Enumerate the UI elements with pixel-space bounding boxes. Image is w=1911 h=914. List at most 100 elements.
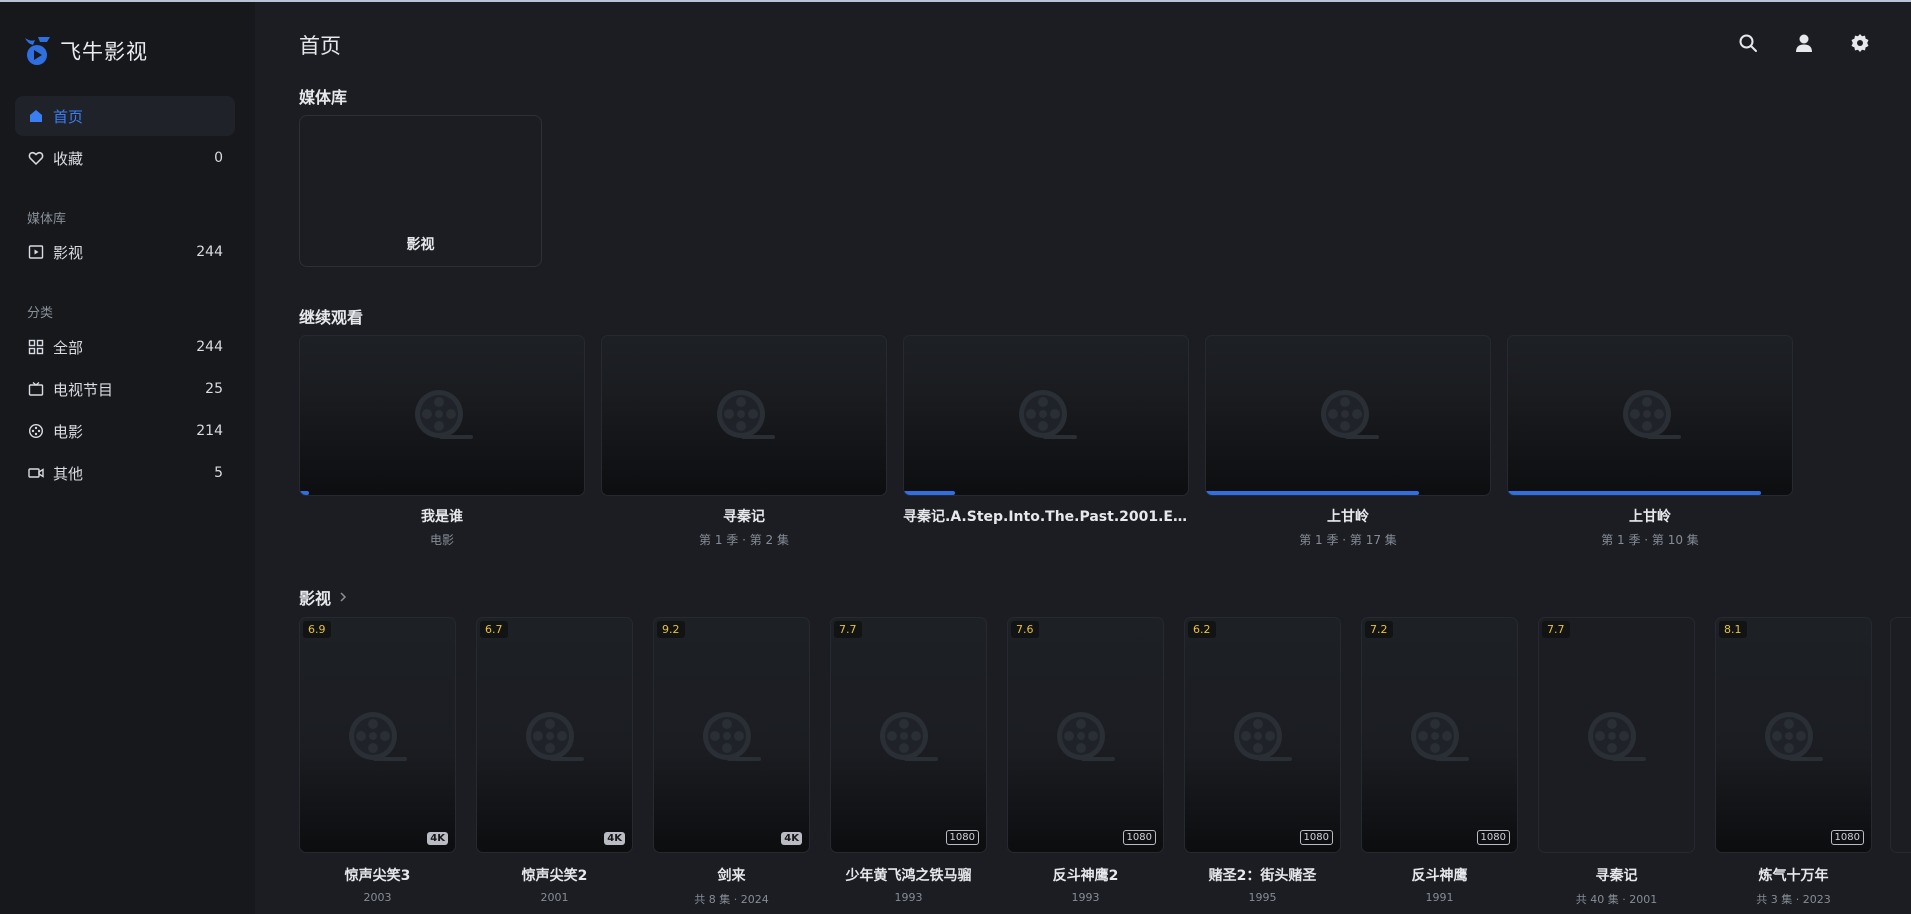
continue-watching-card[interactable]: 我是谁 电影	[299, 335, 585, 548]
media-card[interactable]: 7.2 1080 反斗神鹰 1991	[1361, 617, 1518, 904]
video-camera-icon	[27, 464, 45, 482]
resolution-badge: 1080	[1122, 830, 1156, 845]
library-card[interactable]: 影视	[299, 115, 542, 267]
thumbnail	[601, 335, 887, 496]
media-card[interactable]: 6.7 4K 惊声尖笑2 2001	[476, 617, 633, 904]
card-title: 惊声尖笑3	[344, 868, 411, 884]
resolution-badge: 1080	[945, 830, 979, 845]
card-title: 上甘岭	[1629, 509, 1671, 525]
film-reel-placeholder-icon	[701, 710, 761, 766]
card-title: 寻秦记	[723, 509, 765, 525]
play-square-icon	[27, 243, 45, 261]
search-icon[interactable]	[1737, 32, 1759, 54]
rating-badge: 9.2	[657, 621, 685, 638]
user-icon[interactable]	[1793, 32, 1815, 54]
card-subtitle: 1993	[894, 891, 923, 904]
main-content: 首页 媒体库 影视 继续观看 我是谁 电影 寻秦记第 1 季 · 第 2 集寻秦记.…	[255, 2, 1911, 914]
sidebar-item-count: 5	[214, 465, 223, 481]
film-reel-placeholder-icon	[1017, 388, 1077, 444]
film-reel-placeholder-icon	[347, 710, 407, 766]
card-title: 我是谁	[421, 509, 463, 525]
rating-badge: 7.7	[1542, 621, 1570, 638]
continue-watching-card[interactable]: 上甘岭第 1 季 · 第 17 集	[1205, 335, 1491, 548]
resolution-badge: 1080	[1830, 830, 1864, 845]
card-title: 赌圣2：街头赌圣	[1208, 868, 1317, 884]
poster: 6.2 1080	[1184, 617, 1341, 853]
film-reel-placeholder-icon	[1055, 710, 1115, 766]
poster: 7.7 1080	[830, 617, 987, 853]
progress-bar	[904, 491, 956, 495]
continue-watching-card[interactable]: 寻秦记第 1 季 · 第 2 集	[601, 335, 887, 548]
rating-badge: 6.9	[303, 621, 331, 638]
sidebar-item-movies[interactable]: 电影 214	[15, 411, 235, 451]
media-card[interactable]: 7.6 1080 反斗神鹰2 1993	[1007, 617, 1164, 904]
sidebar-item-library-media[interactable]: 影视 244	[15, 232, 235, 272]
film-reel-placeholder-icon	[1409, 710, 1469, 766]
sidebar-item-all[interactable]: 全部 244	[15, 327, 235, 367]
progress-bar	[1508, 491, 1761, 495]
resolution-badge: 4K	[427, 832, 448, 845]
card-subtitle: 第 1 季 · 第 2 集	[699, 533, 789, 547]
media-section-header[interactable]: 影视	[299, 585, 347, 609]
resolution-badge: 4K	[604, 832, 625, 845]
film-reel-placeholder-icon	[1621, 388, 1681, 444]
film-reel-placeholder-icon	[1586, 710, 1646, 766]
continue-watching-card[interactable]: 上甘岭第 1 季 · 第 10 集	[1507, 335, 1793, 548]
rating-badge: 6.7	[480, 621, 508, 638]
home-icon	[27, 107, 45, 125]
media-card[interactable]: 9.2 4K 剑来共 8 集 · 2024	[653, 617, 810, 907]
sidebar-item-home[interactable]: 首页	[15, 96, 235, 136]
card-title: 反斗神鹰	[1411, 868, 1468, 884]
rating-badge: 7.2	[1365, 621, 1393, 638]
library-section-title: 媒体库	[299, 88, 348, 107]
card-title: 反斗神鹰2	[1052, 868, 1119, 884]
sidebar-item-count: 25	[205, 381, 223, 397]
sidebar-section-library: 媒体库	[27, 212, 67, 227]
sidebar-item-label: 电影	[53, 422, 84, 441]
card-title: 惊声尖笑2	[521, 868, 588, 884]
sidebar-item-other[interactable]: 其他 5	[15, 453, 235, 493]
card-subtitle: 共 40 集 · 2001	[1575, 893, 1658, 906]
continue-watching-section-title: 继续观看	[299, 308, 364, 327]
progress-bar	[300, 491, 309, 495]
app-logo-icon	[25, 37, 50, 65]
chevron-right-icon	[340, 592, 347, 602]
card-subtitle: 电影	[429, 533, 454, 547]
media-section-title: 影视	[299, 589, 332, 608]
media-card[interactable]: 7.7 1080 少年黄飞鸿之铁马骝 1993	[830, 617, 987, 904]
media-card[interactable]: 6.9 4K 惊声尖笑3 2003	[299, 617, 456, 904]
card-subtitle: 第 1 季 · 第 10 集	[1601, 533, 1699, 547]
sidebar: 飞牛影视 首页 收藏 0 媒体库 影视 244 分类 全部 244 电视节目 25 电影 214…	[0, 2, 255, 914]
card-subtitle: 共 8 集 · 2024	[694, 893, 769, 906]
sidebar-item-label: 其他	[53, 464, 84, 483]
sidebar-item-favorites[interactable]: 收藏 0	[15, 138, 235, 178]
media-card[interactable]: 7.7 寻秦记共 40 集 · 2001	[1538, 617, 1695, 907]
media-card[interactable]: 6.2 1080 赌圣2：街头赌圣 1995	[1184, 617, 1341, 904]
film-reel-placeholder-icon	[878, 710, 938, 766]
rating-badge: 7.6	[1011, 621, 1039, 638]
sidebar-item-tv-shows[interactable]: 电视节目 25	[15, 369, 235, 409]
rating-badge: 6.2	[1188, 621, 1216, 638]
app-logo[interactable]: 飞牛影视	[22, 34, 148, 68]
header-actions	[1737, 32, 1871, 54]
sidebar-item-label: 全部	[53, 338, 84, 357]
poster: 7.7	[1538, 617, 1695, 853]
poster: 8.1 1080	[1715, 617, 1872, 853]
sidebar-item-count: 0	[214, 150, 223, 166]
poster: 7.2 1080	[1361, 617, 1518, 853]
library-card-label: 影视	[406, 237, 435, 253]
settings-gear-icon[interactable]	[1849, 32, 1871, 54]
card-title: 寻秦记	[1595, 868, 1638, 884]
poster: 9.2 4K	[653, 617, 810, 853]
rating-badge: 7.7	[834, 621, 862, 638]
card-title: 剑来	[717, 868, 746, 884]
card-title: 少年黄飞鸿之铁马骝	[845, 868, 972, 884]
media-card-partial[interactable]	[1890, 617, 1911, 853]
media-card[interactable]: 8.1 1080 炼气十万年共 3 集 · 2023	[1715, 617, 1872, 907]
card-subtitle: 1991	[1425, 891, 1454, 904]
continue-watching-card[interactable]: 寻秦记.A.Step.Into.The.Past.2001.E30.WEB...	[903, 335, 1189, 531]
poster: 6.7 4K	[476, 617, 633, 853]
card-subtitle: 第 1 季 · 第 17 集	[1299, 533, 1397, 547]
film-reel-placeholder-icon	[413, 388, 473, 444]
film-reel-icon	[27, 422, 45, 440]
